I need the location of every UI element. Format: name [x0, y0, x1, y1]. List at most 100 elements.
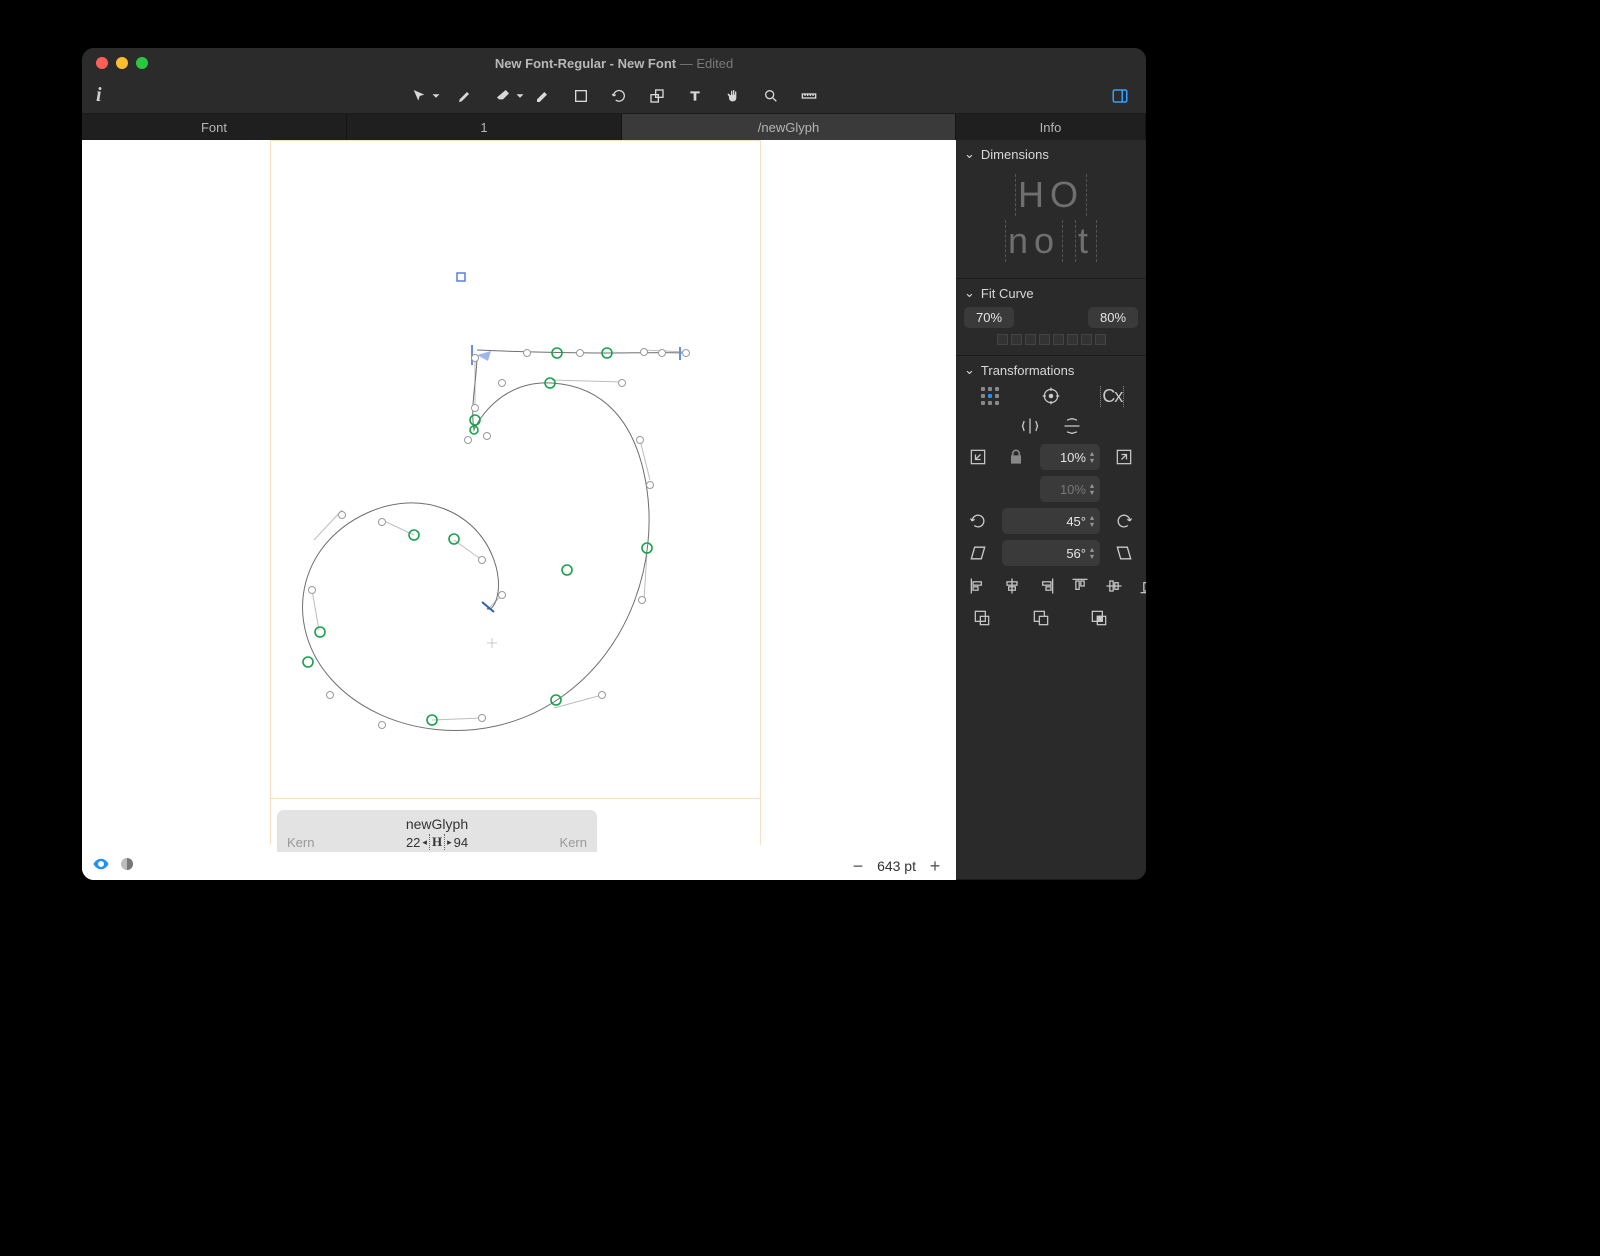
text-tool[interactable]: [679, 83, 711, 109]
scale-up-button[interactable]: [1110, 445, 1138, 469]
canvas[interactable]: newGlyph Kern 22 ◂ H ▸ 94 Kern Group 600: [82, 140, 956, 880]
status-bar: − 643 pt +: [82, 852, 956, 880]
tab-info[interactable]: Info: [956, 114, 1146, 140]
fit-curve-label: Fit Curve: [981, 286, 1034, 301]
transform-metrics-icon[interactable]: Cx: [1098, 384, 1126, 408]
boolean-union-button[interactable]: [968, 606, 996, 630]
close-window-button[interactable]: [96, 57, 108, 69]
chevron-down-icon: ⌄: [964, 362, 975, 378]
tool-group: [403, 83, 825, 109]
rsb-value[interactable]: 94: [454, 835, 468, 850]
scale-y-field[interactable]: 10%▴▾: [1040, 476, 1100, 502]
slant-right-button[interactable]: [1110, 541, 1138, 565]
traffic-lights: [82, 57, 148, 69]
fit-curve-steps[interactable]: [964, 334, 1138, 345]
dimensions-preview[interactable]: HO not: [964, 168, 1138, 268]
slant-left-button[interactable]: [964, 541, 992, 565]
fit-curve-min[interactable]: 70%: [964, 307, 1014, 328]
glyph-name: newGlyph: [287, 816, 587, 832]
fit-curve-max[interactable]: 80%: [1088, 307, 1138, 328]
tab-font-label: Font: [201, 120, 227, 135]
inspector-panel: ⌄ Dimensions HO not ⌄ Fit Curve 70% 80% ⌄ T…: [956, 140, 1146, 880]
select-tool-dropdown[interactable]: [429, 83, 443, 109]
lock-aspect-icon[interactable]: [1002, 445, 1030, 469]
align-vcenter-button[interactable]: [1100, 574, 1128, 598]
zoom-in-button[interactable]: +: [924, 855, 946, 877]
boolean-subtract-button[interactable]: [1027, 606, 1055, 630]
slant-field[interactable]: 56°▴▾: [1002, 540, 1100, 566]
pen-tool[interactable]: [449, 83, 481, 109]
window-title: New Font-Regular - New Font — Edited: [82, 56, 1146, 71]
glyph-outline[interactable]: [82, 140, 956, 880]
fit-curve-section: ⌄ Fit Curve 70% 80%: [956, 279, 1146, 356]
stepper-icon[interactable]: ▴▾: [1090, 514, 1094, 528]
dim-bot-2: t: [1075, 220, 1097, 262]
left-kern-label: Kern: [287, 835, 314, 850]
align-left-button[interactable]: [964, 574, 992, 598]
fit-curve-header[interactable]: ⌄ Fit Curve: [964, 285, 1138, 301]
mirror-horizontal-button[interactable]: [1016, 414, 1044, 438]
mirror-vertical-button[interactable]: [1058, 414, 1086, 438]
hand-tool[interactable]: [717, 83, 749, 109]
transformations-header[interactable]: ⌄ Transformations: [964, 362, 1138, 378]
rotate-field[interactable]: 45°▴▾: [1002, 508, 1100, 534]
boolean-intersect-button[interactable]: [1085, 606, 1113, 630]
measure-tool[interactable]: [793, 83, 825, 109]
app-window: New Font-Regular - New Font — Edited i F…: [82, 48, 1146, 880]
minimize-window-button[interactable]: [116, 57, 128, 69]
zoom-level[interactable]: 643 pt: [877, 858, 916, 874]
zoom-tool[interactable]: [755, 83, 787, 109]
width-icon: H: [429, 834, 445, 850]
boolean-buttons: [964, 606, 1138, 630]
scale-x-field[interactable]: 10%▴▾: [1040, 444, 1100, 470]
align-top-button[interactable]: [1066, 574, 1094, 598]
stepper-icon[interactable]: ▴▾: [1090, 450, 1094, 464]
stepper-icon[interactable]: ▴▾: [1090, 546, 1094, 560]
transformations-label: Transformations: [981, 363, 1074, 378]
rotate-tool[interactable]: [603, 83, 635, 109]
scale-tool[interactable]: [641, 83, 673, 109]
dimensions-header[interactable]: ⌄ Dimensions: [964, 146, 1138, 162]
toolbar: i: [82, 78, 1146, 114]
tab-font[interactable]: Font: [82, 114, 347, 140]
preview-toggle-icon[interactable]: [92, 855, 110, 878]
tab-glyph[interactable]: /newGlyph: [622, 114, 956, 140]
rotate-cw-button[interactable]: [1110, 509, 1138, 533]
transform-origin-center-icon[interactable]: [1037, 384, 1065, 408]
align-hcenter-button[interactable]: [998, 574, 1026, 598]
tab-1-label: 1: [480, 120, 487, 135]
rotate-ccw-button[interactable]: [964, 509, 992, 533]
zoom-window-button[interactable]: [136, 57, 148, 69]
transformations-section: ⌄ Transformations Cx 10%▴▾: [956, 356, 1146, 880]
lsb-value[interactable]: 22: [406, 835, 420, 850]
dimensions-section: ⌄ Dimensions HO not: [956, 140, 1146, 279]
erase-tool-dropdown[interactable]: [513, 83, 527, 109]
tab-glyph-label: /newGlyph: [758, 120, 819, 135]
stepper-icon[interactable]: ▴▾: [1090, 482, 1094, 496]
window-title-suffix: — Edited: [676, 56, 733, 71]
anchor-point[interactable]: [457, 273, 465, 281]
info-icon[interactable]: i: [96, 84, 102, 107]
primitive-tool[interactable]: [565, 83, 597, 109]
align-buttons: [964, 574, 1138, 598]
scale-down-button[interactable]: [964, 445, 992, 469]
dimensions-label: Dimensions: [981, 147, 1049, 162]
tab-bar: Font 1 /newGlyph Info: [82, 114, 1146, 140]
pencil-tool[interactable]: [527, 83, 559, 109]
tab-1[interactable]: 1: [347, 114, 622, 140]
dim-top: HO: [1015, 174, 1087, 216]
right-kern-label: Kern: [560, 835, 587, 850]
titlebar: New Font-Regular - New Font — Edited: [82, 48, 1146, 78]
transform-origin-grid[interactable]: [976, 384, 1004, 408]
body: newGlyph Kern 22 ◂ H ▸ 94 Kern Group 600: [82, 140, 1146, 880]
shade-toggle-icon[interactable]: [118, 855, 136, 878]
chevron-down-icon: ⌄: [964, 285, 975, 301]
align-right-button[interactable]: [1032, 574, 1060, 598]
chevron-down-icon: ⌄: [964, 146, 975, 162]
zoom-out-button[interactable]: −: [847, 855, 869, 877]
window-title-main: New Font-Regular - New Font: [495, 56, 676, 71]
dim-bot-1: no: [1005, 220, 1063, 262]
toggle-inspector-button[interactable]: [1104, 83, 1136, 109]
tab-info-label: Info: [1040, 120, 1062, 135]
align-bottom-button[interactable]: [1134, 574, 1146, 598]
